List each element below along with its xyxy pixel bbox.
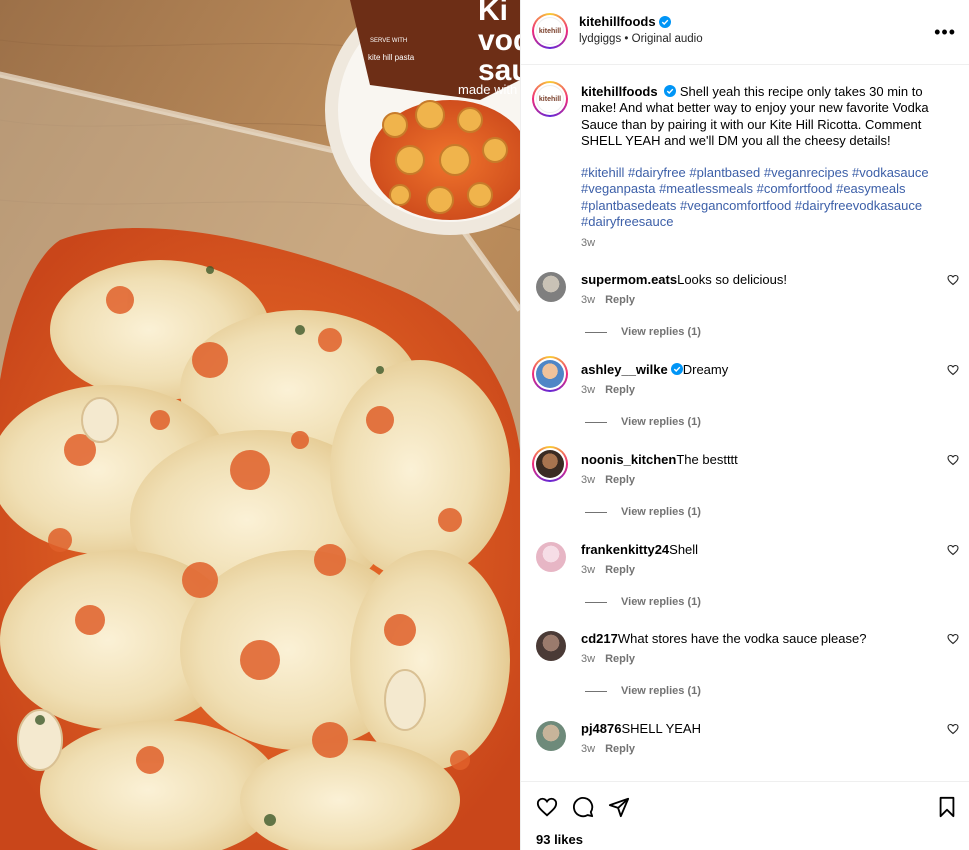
comment-meta: 3w Reply (581, 653, 635, 665)
comment-text: SHELL YEAH (621, 721, 701, 736)
view-replies-button[interactable]: View replies (1) (585, 416, 701, 428)
comment-time[interactable]: 3w (581, 653, 595, 665)
commenter-username[interactable]: cd217 (581, 631, 618, 646)
view-replies-button[interactable]: View replies (1) (585, 596, 701, 608)
caption-avatar[interactable]: kitehill (532, 81, 568, 117)
comment-text: Looks so delicious! (677, 272, 787, 287)
replies-divider-line (585, 511, 607, 513)
author-username[interactable]: kitehillfoods (579, 14, 656, 29)
comment-meta: 3w Reply (581, 384, 635, 396)
author-avatar[interactable]: kitehill (532, 13, 568, 49)
commenter-avatar[interactable] (536, 272, 566, 302)
comment-meta: 3w Reply (581, 474, 635, 486)
commenter-username[interactable]: ashley__wilke (581, 362, 668, 377)
view-replies-label: View replies (1) (621, 596, 701, 608)
jar-small-2: kite hill pasta (368, 53, 415, 62)
reply-button[interactable]: Reply (605, 474, 635, 486)
caption-hashtags[interactable]: #kitehill #dairyfree #plantbased #veganr… (581, 165, 961, 230)
comment-body: pj4876SHELL YEAH (581, 721, 931, 737)
comment-meta: 3w Reply (581, 743, 635, 755)
jar-text-4: made with (458, 82, 517, 97)
view-replies-label: View replies (1) (621, 326, 701, 338)
verified-badge-icon (664, 85, 677, 97)
view-replies-button[interactable]: View replies (1) (585, 685, 701, 697)
comment-like-heart-icon[interactable] (947, 274, 959, 286)
jar-text-1: Ki (478, 0, 508, 27)
comment-like-heart-icon[interactable] (947, 454, 959, 466)
view-replies-label: View replies (1) (621, 506, 701, 518)
comment-time[interactable]: 3w (581, 743, 595, 755)
audio-info: lydgiggs • Original audio (579, 33, 703, 45)
save-bookmark-icon[interactable] (937, 796, 957, 818)
post-header: kitehill kitehillfoods lydgiggs • Origin… (521, 0, 969, 65)
comment-text: What stores have the vodka sauce please? (617, 631, 867, 646)
view-replies-label: View replies (1) (621, 416, 701, 428)
comment-time[interactable]: 3w (581, 294, 595, 306)
comment-like-heart-icon[interactable] (947, 364, 959, 376)
commenter-username[interactable]: noonis_kitchen (581, 452, 676, 467)
more-horizontal-icon[interactable]: ••• (934, 22, 956, 43)
commenter-username[interactable]: supermom.eats (581, 272, 677, 287)
comment-body: supermom.eatsLooks so delicious! (581, 272, 931, 288)
commenter-username[interactable]: pj4876 (581, 721, 621, 736)
jar-text-2: vod (478, 24, 520, 57)
commenter-avatar[interactable] (532, 446, 568, 482)
caption-username[interactable]: kitehillfoods (581, 84, 658, 99)
comment-like-heart-icon[interactable] (947, 544, 959, 556)
commenter-username[interactable]: frankenkitty24 (581, 542, 669, 557)
reply-button[interactable]: Reply (605, 653, 635, 665)
post-caption: kitehillfoods Shell yeah this recipe onl… (581, 84, 961, 230)
jar-small-1: SERVE WITH (370, 38, 407, 44)
comment-like-heart-icon[interactable] (947, 723, 959, 735)
commenter-avatar[interactable] (536, 631, 566, 661)
reply-button[interactable]: Reply (605, 294, 635, 306)
verified-badge-icon (658, 15, 671, 28)
post-image[interactable]: Ki vod sau made with SERVE WITH kite hil… (0, 0, 520, 850)
replies-divider-line (585, 690, 607, 692)
view-replies-button[interactable]: View replies (1) (585, 326, 701, 338)
comment-text: Shell (669, 542, 699, 557)
commenter-avatar[interactable] (536, 721, 566, 751)
comment-like-heart-icon[interactable] (947, 633, 959, 645)
comment-text: Dreamy (682, 362, 729, 377)
post-footer: 93 likes (521, 781, 969, 850)
comment-text: The bestttt (676, 452, 738, 467)
replies-divider-line (585, 421, 607, 423)
comment-icon[interactable] (572, 796, 594, 818)
view-replies-button[interactable]: View replies (1) (585, 506, 701, 518)
comment-body: frankenkitty24Shell (581, 542, 931, 558)
like-heart-icon[interactable] (536, 796, 558, 818)
likes-count[interactable]: 93 likes (536, 832, 583, 847)
comment-body: noonis_kitchenThe bestttt (581, 452, 931, 468)
share-send-icon[interactable] (608, 796, 630, 818)
audio-user[interactable]: lydgiggs (579, 33, 621, 45)
caption-time[interactable]: 3w (581, 237, 595, 249)
verified-badge-icon (670, 363, 683, 375)
view-replies-label: View replies (1) (621, 685, 701, 697)
comment-meta: 3w Reply (581, 564, 635, 576)
comment-time[interactable]: 3w (581, 564, 595, 576)
post-panel: kitehill kitehillfoods lydgiggs • Origin… (520, 0, 969, 850)
comment-body: cd217What stores have the vodka sauce pl… (581, 631, 931, 647)
audio-label[interactable]: Original audio (632, 33, 703, 45)
comment-meta: 3w Reply (581, 294, 635, 306)
replies-divider-line (585, 601, 607, 603)
replies-divider-line (585, 331, 607, 333)
reply-button[interactable]: Reply (605, 384, 635, 396)
reply-button[interactable]: Reply (605, 743, 635, 755)
comment-time[interactable]: 3w (581, 384, 595, 396)
comment-body: ashley__wilke Dreamy (581, 362, 931, 378)
comment-time[interactable]: 3w (581, 474, 595, 486)
reply-button[interactable]: Reply (605, 564, 635, 576)
commenter-avatar[interactable] (536, 542, 566, 572)
pasta-photo: Ki vod sau made with SERVE WITH kite hil… (0, 0, 520, 850)
commenter-avatar[interactable] (532, 356, 568, 392)
